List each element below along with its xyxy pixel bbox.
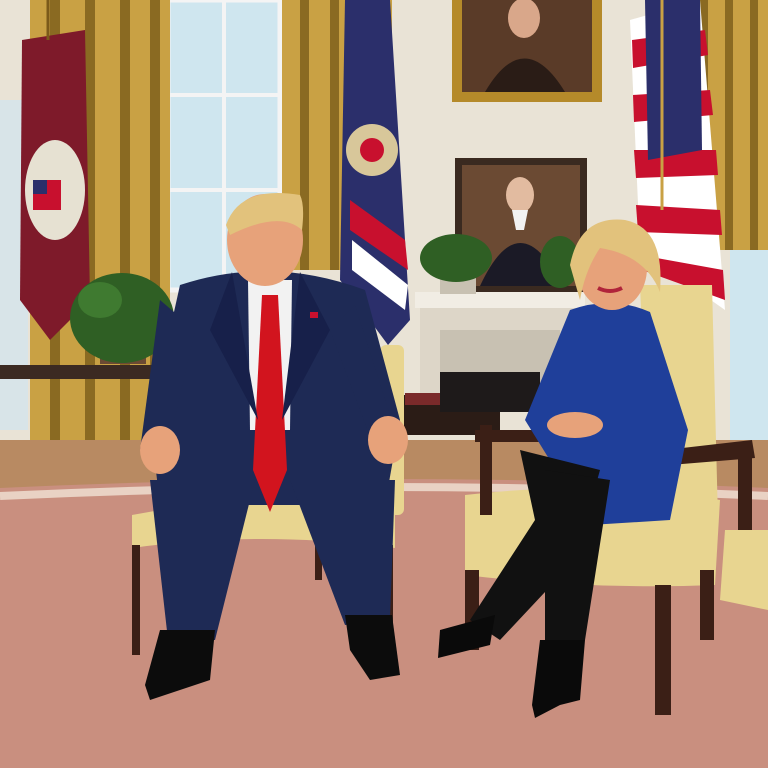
far-right-chair	[720, 530, 768, 610]
desk-right	[440, 372, 540, 412]
oval-office-scene	[0, 0, 768, 768]
side-table-left	[0, 365, 165, 379]
right-window	[730, 240, 768, 460]
portrait-top	[452, 0, 602, 102]
scene-canvas	[0, 0, 768, 768]
presidential-flag	[20, 0, 90, 340]
